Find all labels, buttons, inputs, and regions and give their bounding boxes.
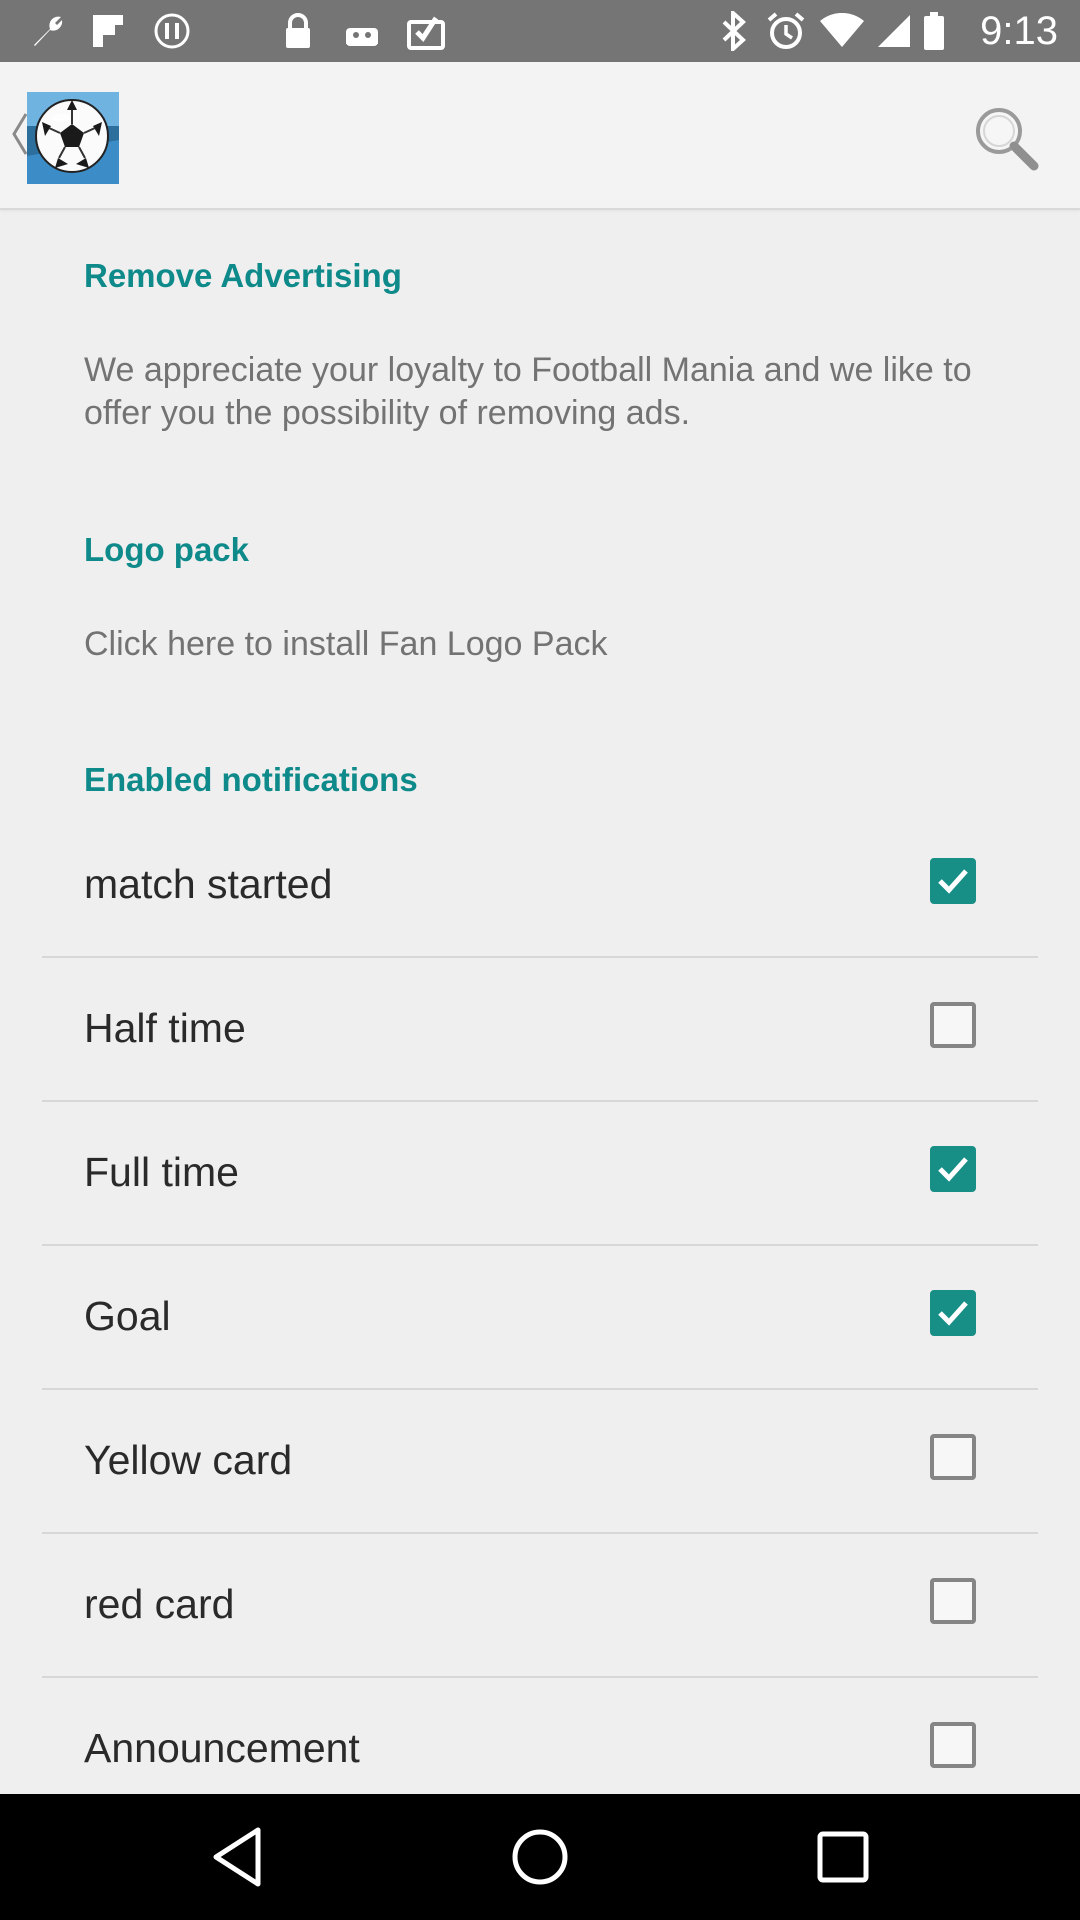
recents-button[interactable]: [808, 1822, 878, 1892]
flipboard-icon: [88, 11, 128, 51]
notification-row-match-started[interactable]: match started: [42, 814, 1038, 958]
goal-checkbox[interactable]: [930, 1290, 976, 1336]
notification-row-half-time[interactable]: Half time: [42, 958, 1038, 1102]
remove-advertising-summary: We appreciate your loyalty to Football M…: [84, 351, 972, 432]
signal-circle-icon: [150, 11, 194, 51]
status-bar-clock: 9:13: [980, 9, 1058, 53]
soccer-ball-icon: [27, 92, 119, 184]
match-started-checkbox[interactable]: [930, 858, 976, 904]
notification-label: Yellow card: [84, 1437, 293, 1483]
settings-list: Remove Advertising We appreciate your lo…: [0, 210, 1080, 1794]
yellow-card-checkbox[interactable]: [930, 1434, 976, 1480]
notification-label: Full time: [84, 1149, 239, 1195]
up-navigation-button[interactable]: [0, 62, 125, 208]
clipboard-check-icon: [404, 11, 448, 51]
alarm-icon: [764, 11, 808, 51]
battery-icon: [920, 11, 948, 51]
notification-label: red card: [84, 1581, 235, 1627]
half-time-checkbox[interactable]: [930, 1002, 976, 1048]
bluetooth-icon: [716, 11, 752, 51]
screen: 9:13 Remove Advertising We appreciate yo…: [0, 0, 1080, 1920]
wifi-icon: [818, 11, 866, 51]
notification-label: Announcement: [84, 1725, 360, 1771]
logo-pack-summary: Click here to install Fan Logo Pack: [84, 625, 608, 663]
notification-row-yellow-card[interactable]: Yellow card: [42, 1390, 1038, 1534]
app-bar: [0, 62, 1080, 210]
recents-square-icon: [808, 1831, 878, 1896]
announcement-checkbox[interactable]: [930, 1722, 976, 1768]
notification-row-red-card[interactable]: red card: [42, 1534, 1038, 1678]
cellular-icon: [874, 11, 914, 51]
search-button[interactable]: [970, 102, 1042, 174]
red-card-checkbox[interactable]: [930, 1578, 976, 1624]
logo-pack-title: Logo pack: [84, 531, 250, 568]
notification-label: match started: [84, 861, 333, 907]
back-triangle-icon: [202, 1827, 272, 1896]
remove-advertising-title: Remove Advertising: [84, 257, 402, 294]
android-icon: [342, 11, 382, 51]
enabled-notifications-title: Enabled notifications: [84, 761, 418, 798]
back-button[interactable]: [202, 1822, 272, 1892]
notification-row-goal[interactable]: Goal: [42, 1246, 1038, 1390]
notification-label: Half time: [84, 1005, 246, 1051]
full-time-checkbox[interactable]: [930, 1146, 976, 1192]
wrench-icon: [26, 11, 70, 51]
checkmark-icon: [938, 1157, 968, 1182]
notification-row-full-time[interactable]: Full time: [42, 1102, 1038, 1246]
status-bar: 9:13: [0, 0, 1080, 62]
home-button[interactable]: [505, 1822, 575, 1892]
navigation-bar: [0, 1794, 1080, 1920]
checkmark-icon: [938, 1301, 968, 1326]
checkmark-icon: [938, 869, 968, 894]
notification-label: Goal: [84, 1293, 171, 1339]
search-icon: [970, 108, 1042, 178]
lock-icon: [280, 11, 316, 51]
home-circle-icon: [505, 1829, 575, 1896]
